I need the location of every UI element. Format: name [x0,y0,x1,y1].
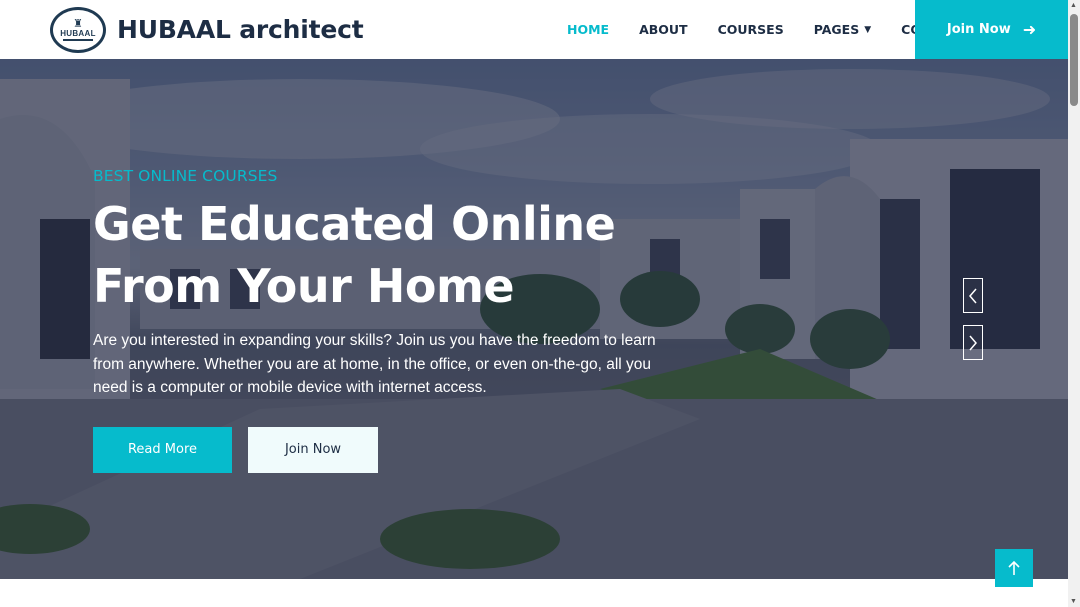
nav-join-label: Join Now [946,22,1011,37]
carousel-next-button[interactable] [963,325,983,360]
nav-item-home[interactable]: HOME [552,22,624,37]
chevron-left-icon [969,288,977,303]
logo-text: HUBAAL [60,28,96,38]
read-more-button[interactable]: Read More [93,426,232,473]
hero-eyebrow: BEST ONLINE COURSES [93,167,278,185]
hero-headline-line-2: From Your Home [93,259,515,313]
brand-link[interactable]: ♜ HUBAAL HUBAAL architect [50,0,364,59]
nav-join-button[interactable]: Join Now ➜ [915,0,1068,59]
hero-actions: Read More Join Now [93,426,713,473]
nav-item-pages[interactable]: PAGES ▼ [799,22,886,37]
building-icon: ♜ [73,17,83,30]
back-to-top-button[interactable] [995,549,1033,587]
hero-content: BEST ONLINE COURSES Get Educated Online … [93,167,713,473]
brand-logo: ♜ HUBAAL [50,6,106,53]
scroll-down-icon[interactable]: ▼ [1070,598,1077,605]
nav-item-courses[interactable]: COURSES [703,22,799,37]
page-scrollbar[interactable]: ▲ ▼ [1068,0,1080,607]
scroll-thumb[interactable] [1070,14,1078,106]
chevron-down-icon: ▼ [864,24,872,35]
hero-headline: Get Educated Online From Your Home [93,193,713,317]
hero-carousel: BEST ONLINE COURSES Get Educated Online … [0,59,1068,579]
navbar: ♜ HUBAAL HUBAAL architect HOME ABOUT COU… [0,0,1068,59]
scroll-up-icon[interactable]: ▲ [1070,2,1077,9]
hero-join-button[interactable]: Join Now [248,426,378,473]
nav-item-pages-label: PAGES [813,22,860,37]
nav-item-about[interactable]: ABOUT [624,22,703,37]
arrow-right-icon: ➜ [1022,20,1037,39]
logo-underline [63,38,93,41]
arrow-up-icon [1008,560,1020,575]
hero-headline-line-1: Get Educated Online [93,197,616,251]
hero-description: Are you interested in expanding your ski… [93,332,656,396]
carousel-prev-button[interactable] [963,278,983,313]
chevron-right-icon [969,335,977,350]
brand-name: HUBAAL architect [117,15,364,44]
